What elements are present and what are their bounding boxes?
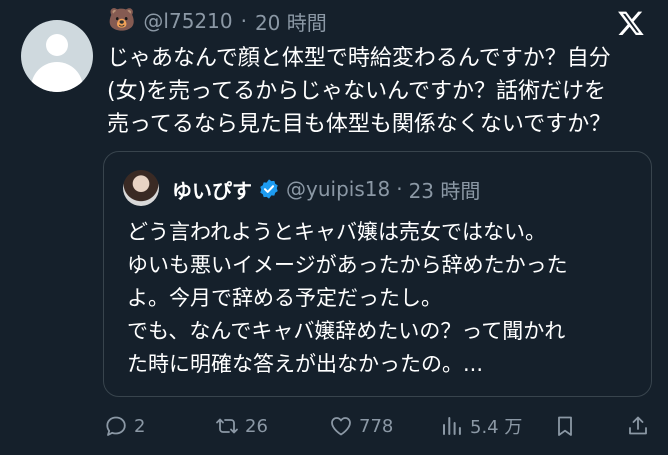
bookmark-button[interactable] [553, 410, 577, 442]
repost-count: 26 [245, 415, 268, 437]
reply-icon [106, 416, 126, 436]
quoted-tweet[interactable]: ゆいぴす @yuipis18 · 23 時間 どう言われようとキャバ嬢は売女では… [103, 151, 652, 397]
view-count: 5.4 万 [470, 417, 523, 438]
quoted-author-handle[interactable]: @yuipis18 [286, 177, 390, 201]
tweet-text: じゃあなんで顔と体型で時給変わるんですか？自分 (女)を売ってるからじゃないんで… [107, 46, 612, 137]
like-button[interactable]: 778 [329, 410, 393, 442]
tweet-time[interactable]: 20 時間 [255, 7, 327, 36]
repost-button[interactable]: 26 [215, 410, 268, 442]
views-button[interactable]: 5.4 万 [440, 410, 522, 442]
share-button[interactable] [626, 410, 650, 442]
default-profile-icon-head [46, 34, 68, 56]
quoted-header-separator: · [396, 177, 403, 201]
analytics-icon [443, 417, 461, 435]
reply-count: 2 [134, 415, 146, 437]
header-separator: · [240, 9, 247, 33]
quoted-tweet-header: ゆいぴす @yuipis18 · 23 時間 [172, 174, 480, 204]
tweet-actions: 2 26 778 5.4 万 [104, 410, 649, 442]
repost-icon [216, 418, 238, 434]
tweet-header: 🐻 @l75210 · 20 時間 [108, 6, 327, 36]
author-handle[interactable]: @l75210 [143, 9, 232, 33]
bear-emoji-icon: 🐻 [108, 8, 136, 33]
quoted-tweet-time[interactable]: 23 時間 [409, 175, 481, 204]
like-count: 778 [359, 415, 394, 437]
quoted-tweet-text: どう言われようとキャバ嬢は売女ではない。 ゆいも悪いイメージがあったから辞めたか… [127, 220, 568, 376]
default-profile-icon-body [31, 62, 83, 92]
x-logo-icon[interactable] [616, 9, 646, 37]
heart-icon [331, 417, 351, 436]
share-icon [629, 416, 647, 435]
reply-button[interactable]: 2 [104, 410, 145, 442]
quoted-author-name[interactable]: ゆいぴす [172, 175, 252, 204]
quoted-author-avatar[interactable] [123, 170, 159, 206]
verified-badge-icon [260, 179, 278, 199]
bookmark-icon [558, 416, 572, 436]
author-avatar[interactable] [21, 20, 93, 92]
